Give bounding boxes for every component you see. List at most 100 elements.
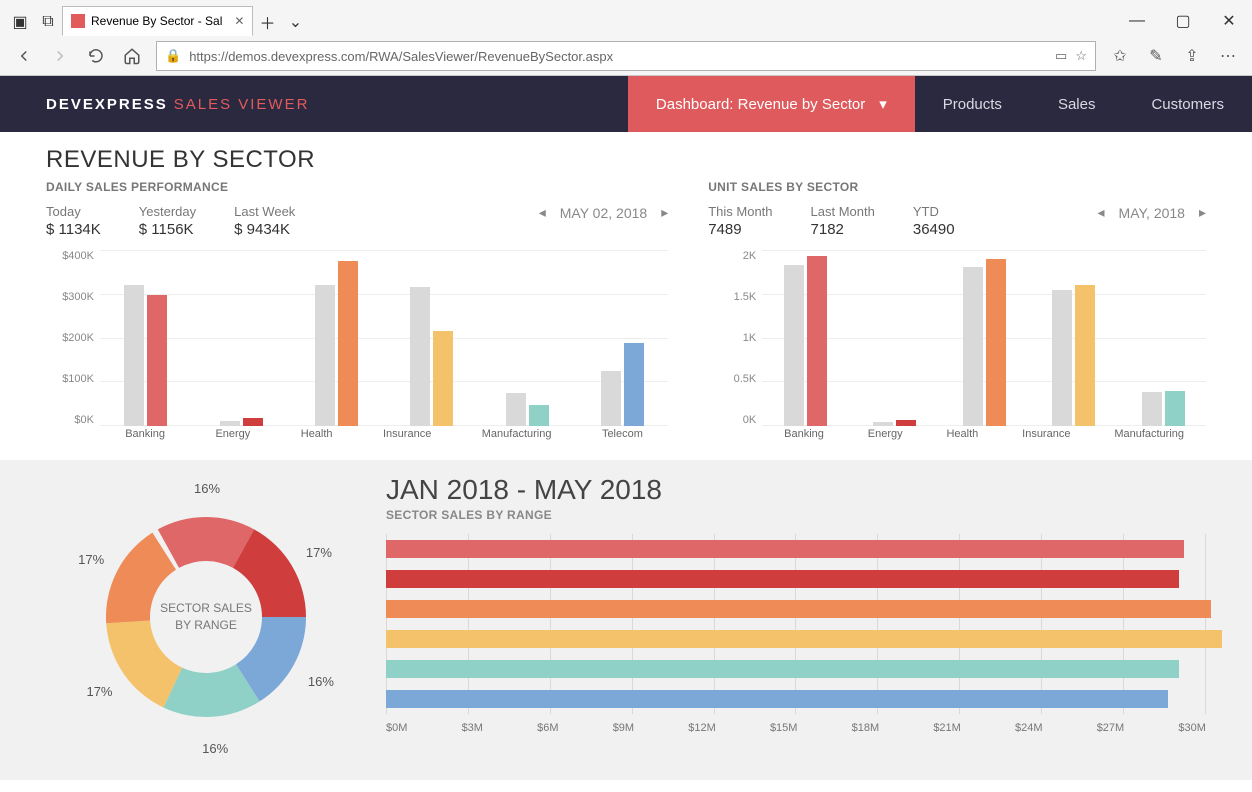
home-icon[interactable] [120, 44, 144, 68]
bar[interactable] [433, 331, 453, 426]
tab-preview-icon[interactable]: ⧉ [34, 8, 62, 36]
bar[interactable] [1052, 290, 1072, 426]
bar[interactable] [873, 422, 893, 426]
y-axis: 2K1.5K1K0.5K0K [708, 250, 762, 450]
x-axis: $0M$3M$6M$9M$12M$15M$18M$21M$24M$27M$30M [386, 722, 1206, 734]
browser-tab[interactable]: Revenue By Sector - Sal ✕ [62, 6, 253, 36]
share-icon[interactable]: ⇪ [1180, 44, 1204, 68]
pct-label: 17% [78, 552, 104, 567]
new-tab-icon[interactable]: ＋ [253, 8, 281, 36]
range-title: JAN 2018 - MAY 2018 [386, 474, 1206, 506]
brand-sub: SALES VIEWER [174, 96, 310, 113]
bar[interactable] [529, 405, 549, 426]
minimize-icon[interactable]: — [1114, 6, 1160, 36]
kpi-lastweek: Last Week $ 9434K [234, 204, 295, 238]
panel-range: JAN 2018 - MAY 2018 SECTOR SALES BY RANG… [386, 474, 1206, 760]
panel-units-heading: UNIT SALES BY SECTOR [708, 180, 1206, 194]
date-label: MAY, 2018 [1119, 205, 1185, 221]
next-date-icon[interactable]: ▸ [661, 204, 668, 221]
bar[interactable] [147, 295, 167, 426]
lock-icon: 🔒 [165, 48, 181, 64]
address-bar[interactable]: 🔒 https://demos.devexpress.com/RWA/Sales… [156, 41, 1096, 71]
bar[interactable] [963, 267, 983, 426]
kpi-label: YTD [913, 204, 955, 219]
x-axis: BankingEnergyHealthInsuranceManufacturin… [762, 428, 1206, 450]
chart-hbar: $0M$3M$6M$9M$12M$15M$18M$21M$24M$27M$30M [386, 534, 1206, 734]
kpi-value: 7489 [708, 221, 772, 238]
kpi-label: Yesterday [139, 204, 196, 219]
bar[interactable] [315, 285, 335, 426]
favorite-icon[interactable]: ☆ [1075, 48, 1087, 64]
y-axis: $400K$300K$200K$100K$0K [46, 250, 100, 450]
bar[interactable] [601, 371, 621, 426]
bar[interactable] [986, 259, 1006, 426]
bar[interactable] [1165, 391, 1185, 426]
bar[interactable] [124, 285, 144, 426]
brand-text: DEVEXPRESS [46, 96, 168, 113]
refresh-icon[interactable] [84, 44, 108, 68]
back-icon[interactable] [12, 44, 36, 68]
close-tab-icon[interactable]: ✕ [234, 14, 244, 28]
bar[interactable] [1142, 392, 1162, 426]
kpi-lastmonth: Last Month 7182 [811, 204, 875, 238]
kpi-value: $ 1134K [46, 221, 101, 238]
nav-products[interactable]: Products [915, 76, 1030, 132]
forward-icon[interactable] [48, 44, 72, 68]
donut-label: SECTOR SALES [160, 600, 252, 617]
bar[interactable] [243, 418, 263, 426]
next-date-icon[interactable]: ▸ [1199, 204, 1206, 221]
bar[interactable] [896, 420, 916, 426]
nav-dashboard[interactable]: Dashboard: Revenue by Sector ▾ [628, 76, 915, 132]
favorites-icon[interactable]: ✩ [1108, 44, 1132, 68]
browser-chrome: ▣ ⧉ Revenue By Sector - Sal ✕ ＋ ⌄ — ▢ ✕ … [0, 0, 1252, 76]
hbar[interactable] [386, 540, 1184, 558]
tab-actions-icon[interactable]: ⌄ [281, 8, 309, 36]
kpi-value: $ 9434K [234, 221, 295, 238]
hbar[interactable] [386, 600, 1211, 618]
donut-label: BY RANGE [160, 617, 252, 634]
date-label: MAY 02, 2018 [560, 205, 647, 221]
hbar[interactable] [386, 690, 1168, 708]
kpi-month: This Month 7489 [708, 204, 772, 238]
bar[interactable] [410, 287, 430, 426]
hbar[interactable] [386, 660, 1179, 678]
window-group-icon[interactable]: ▣ [6, 8, 34, 36]
maximize-icon[interactable]: ▢ [1160, 6, 1206, 36]
app-header: DEVEXPRESS SALES VIEWER Dashboard: Reven… [0, 76, 1252, 132]
kpi-value: 36490 [913, 221, 955, 238]
bar[interactable] [338, 261, 358, 426]
nav-sales[interactable]: Sales [1030, 76, 1124, 132]
kpi-ytd: YTD 36490 [913, 204, 955, 238]
pct-label: 17% [306, 545, 332, 560]
bar[interactable] [807, 256, 827, 426]
bars [762, 250, 1206, 426]
kpi-label: Last Month [811, 204, 875, 219]
donut-center-label: SECTOR SALES BY RANGE [160, 600, 252, 634]
url-text: https://demos.devexpress.com/RWA/SalesVi… [189, 49, 613, 64]
more-icon[interactable]: ⋯ [1216, 44, 1240, 68]
pct-label: 17% [86, 684, 112, 699]
chart-units: 2K1.5K1K0.5K0K BankingEnergyHealthInsura… [708, 250, 1206, 450]
prev-date-icon[interactable]: ◂ [1098, 204, 1105, 221]
bar[interactable] [506, 393, 526, 426]
bar[interactable] [220, 421, 240, 426]
notes-icon[interactable]: ✎ [1144, 44, 1168, 68]
bars [100, 250, 668, 426]
panel-units: UNIT SALES BY SECTOR This Month 7489 Las… [708, 180, 1206, 450]
favicon [71, 14, 85, 28]
hbar[interactable] [386, 570, 1179, 588]
bar[interactable] [1075, 285, 1095, 426]
kpi-value: 7182 [811, 221, 875, 238]
tab-title: Revenue By Sector - Sal [91, 14, 222, 28]
reading-view-icon[interactable]: ▭ [1055, 48, 1067, 64]
bar[interactable] [784, 265, 804, 426]
nav-dashboard-label: Dashboard: Revenue by Sector [656, 96, 865, 113]
prev-date-icon[interactable]: ◂ [539, 204, 546, 221]
bar[interactable] [624, 343, 644, 426]
panel-daily-heading: DAILY SALES PERFORMANCE [46, 180, 668, 194]
nav-customers[interactable]: Customers [1123, 76, 1252, 132]
close-icon[interactable]: ✕ [1206, 6, 1252, 36]
x-axis: BankingEnergyHealthInsuranceManufacturin… [100, 428, 668, 450]
hbar[interactable] [386, 630, 1222, 648]
kpi-value: $ 1156K [139, 221, 196, 238]
